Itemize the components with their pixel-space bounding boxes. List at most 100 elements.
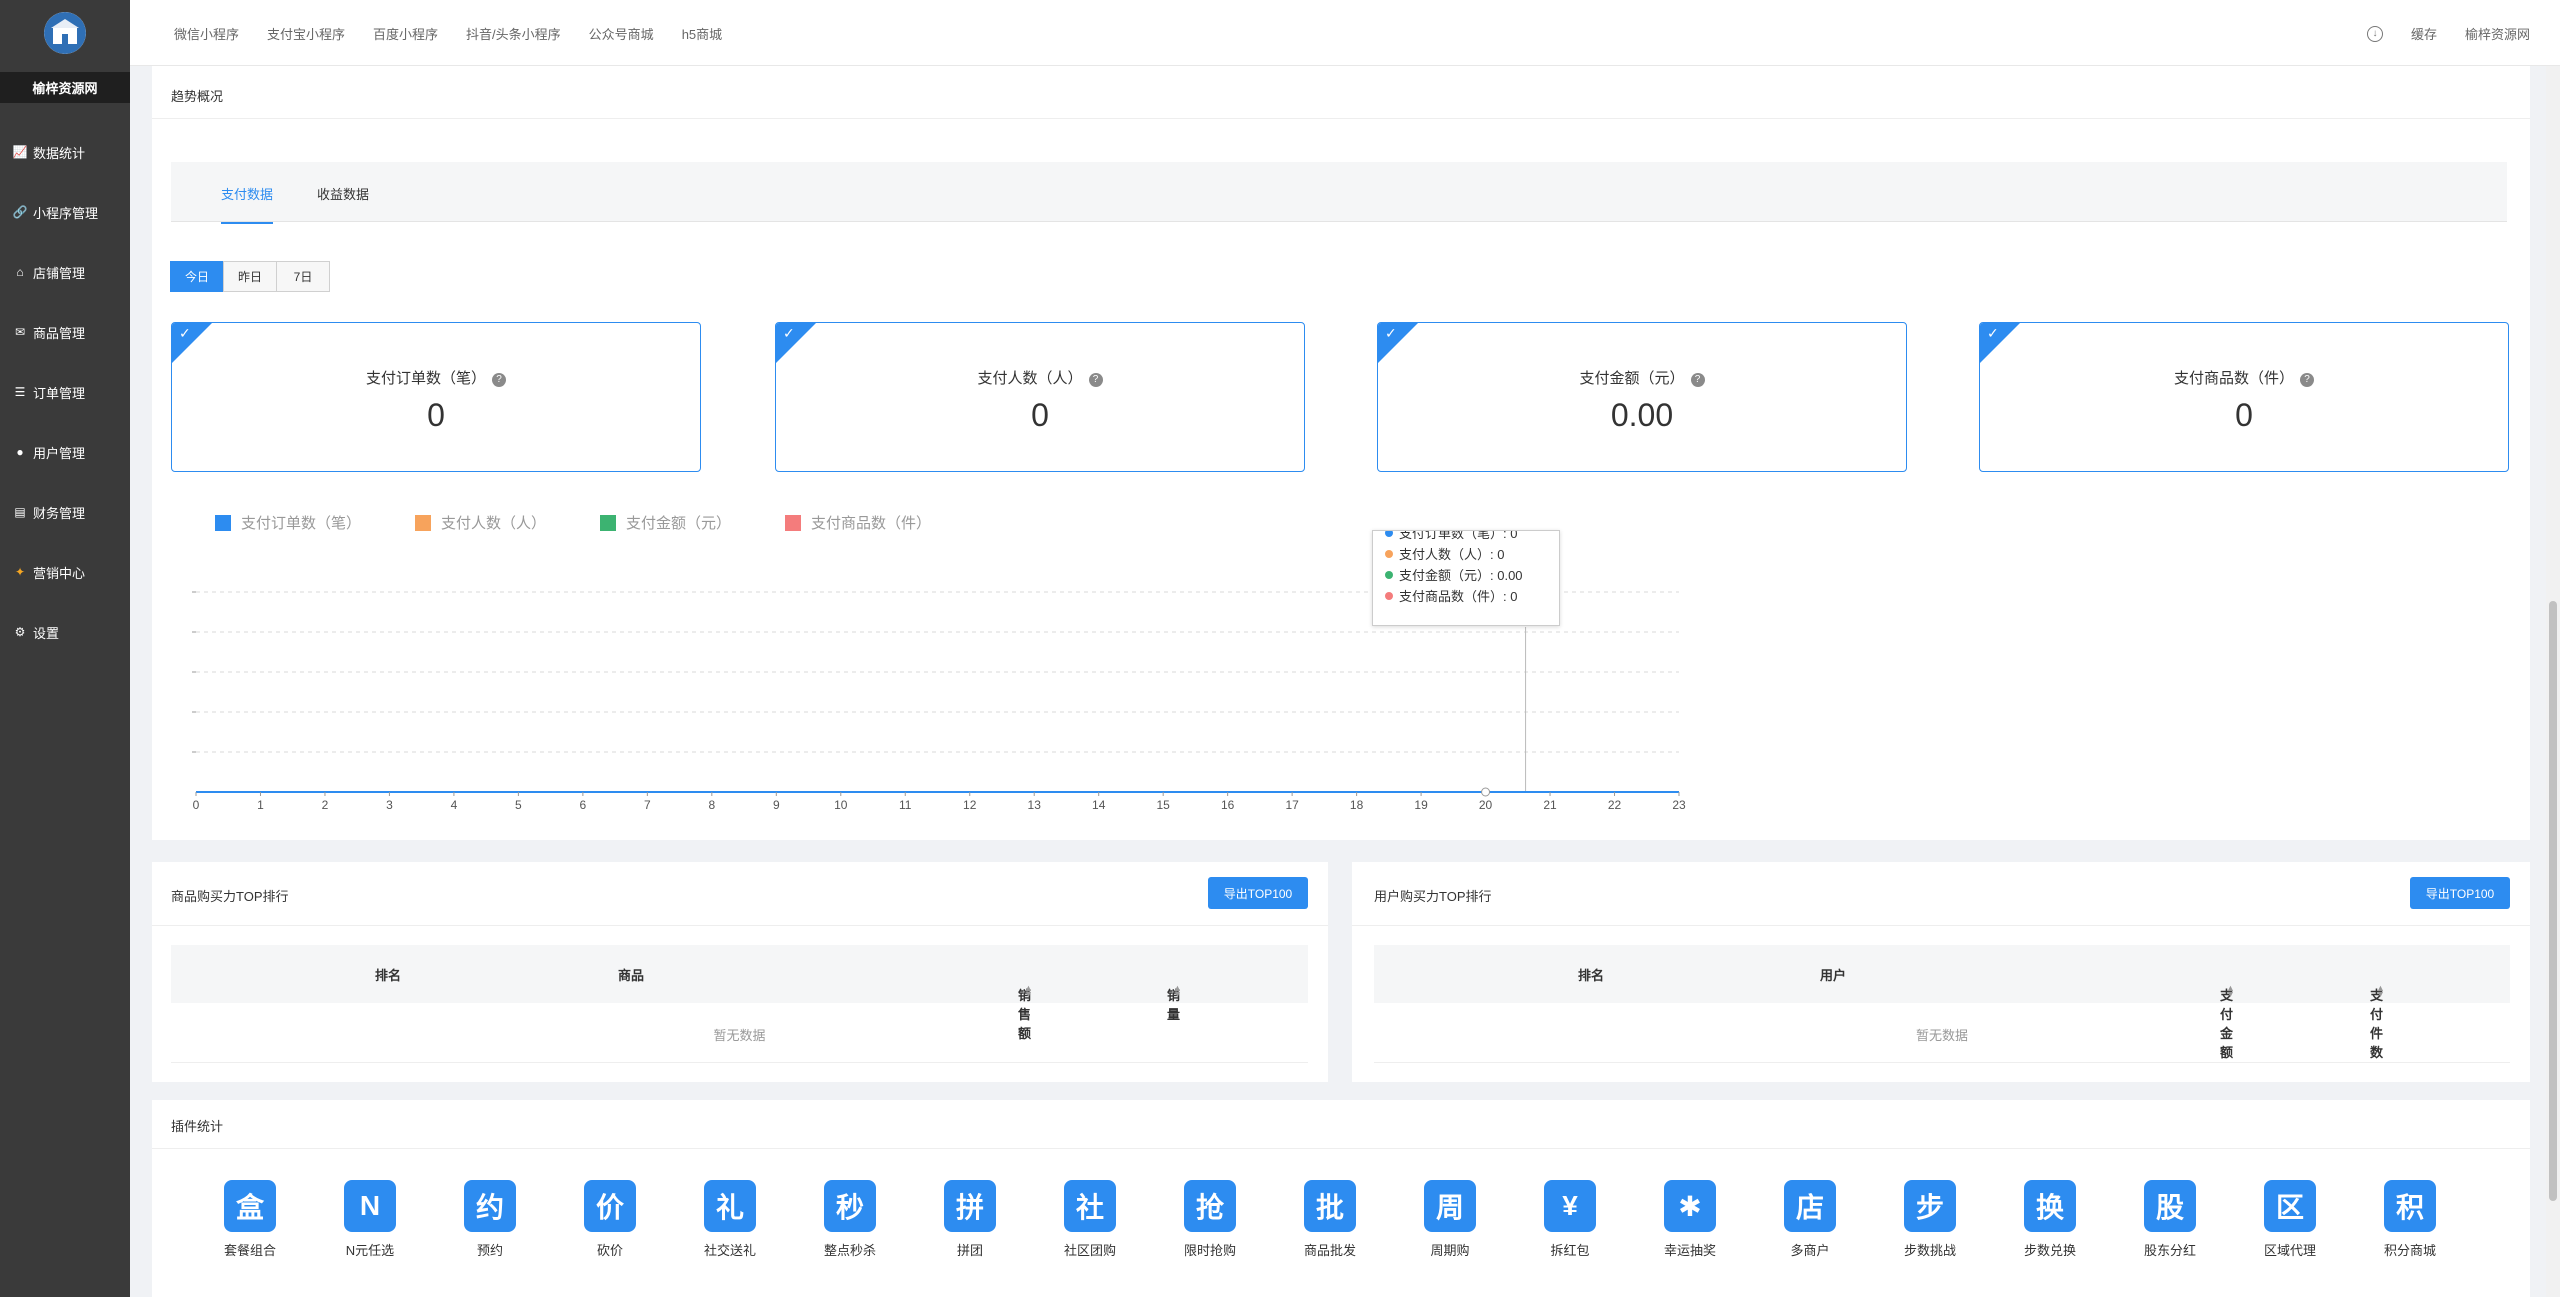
- flash-sale-icon: 抢: [1184, 1180, 1236, 1232]
- stat-card-items[interactable]: ✓ 支付商品数（件）? 0: [1979, 322, 2509, 472]
- legend-swatch: [415, 514, 432, 531]
- plugin-item[interactable]: 换步数兑换: [2005, 1180, 2095, 1259]
- finance-icon: ▤: [14, 505, 26, 519]
- divider: [171, 1062, 1308, 1063]
- plugin-item[interactable]: 店多商户: [1765, 1180, 1855, 1259]
- sidebar-item-marketing[interactable]: ✦ 营销中心: [0, 542, 130, 602]
- page-scrollbar[interactable]: [2546, 66, 2560, 1297]
- legend-item[interactable]: 支付订单数（笔）: [215, 512, 361, 533]
- plugin-item[interactable]: 约预约: [445, 1180, 535, 1259]
- nav-official-account[interactable]: 公众号商城: [589, 24, 654, 43]
- stat-label: 支付商品数（件）: [2173, 370, 2294, 387]
- x-tick-label: 9: [773, 798, 780, 812]
- download-icon[interactable]: ↓: [2366, 25, 2383, 42]
- plugin-item[interactable]: 股股东分红: [2125, 1180, 2215, 1259]
- red-packet-icon: ¥: [1544, 1180, 1596, 1232]
- cache-link[interactable]: 缓存: [2411, 24, 2437, 43]
- x-tick-label: 19: [1414, 798, 1428, 812]
- user-table-header: 排名 用户 支付金额 ▲ ▼ 支付件数 ▲ ▼: [1374, 945, 2510, 1060]
- plugin-item[interactable]: 批商品批发: [1285, 1180, 1375, 1259]
- sidebar-menu: 📈 数据统计 🔗 小程序管理 ⌂ 店铺管理 ✉ 商品管理 ☰ 订单管理 ● 用户管理 ▤ 财务…: [0, 122, 130, 662]
- plugin-item[interactable]: 步步数挑战: [1885, 1180, 1975, 1259]
- sidebar-item-miniprogram[interactable]: 🔗 小程序管理: [0, 182, 130, 242]
- scrollbar-thumb[interactable]: [2549, 601, 2557, 1201]
- plugins-title: 插件统计: [171, 1119, 224, 1134]
- stat-card-amount[interactable]: ✓ 支付金额（元）? 0.00: [1377, 322, 1907, 472]
- plugin-item[interactable]: 礼社交送礼: [685, 1180, 775, 1259]
- user-menu[interactable]: 榆梓资源网: [2465, 24, 2530, 43]
- sidebar-item-finance[interactable]: ▤ 财务管理: [0, 482, 130, 542]
- plugin-item[interactable]: 抢限时抢购: [1165, 1180, 1255, 1259]
- sidebar-item-goods[interactable]: ✉ 商品管理: [0, 302, 130, 362]
- x-tick-label: 3: [386, 798, 393, 812]
- plugin-item[interactable]: 盒套餐组合: [205, 1180, 295, 1259]
- plugin-item[interactable]: 周周期购: [1405, 1180, 1495, 1259]
- plugin-label: 套餐组合: [223, 1243, 276, 1258]
- nav-wechat[interactable]: 微信小程序: [174, 24, 239, 43]
- sidebar-item-settings[interactable]: ⚙ 设置: [0, 602, 130, 662]
- x-tick-label: 12: [963, 798, 977, 812]
- sidebar-item-shop[interactable]: ⌂ 店铺管理: [0, 242, 130, 302]
- x-tick-label: 7: [644, 798, 651, 812]
- empty-text: 暂无数据: [713, 1028, 766, 1043]
- plugin-item[interactable]: 价砍价: [565, 1180, 655, 1259]
- check-icon: ✓: [783, 325, 795, 341]
- tab-income-data[interactable]: 收益数据: [317, 184, 369, 203]
- tab-payment-data[interactable]: 支付数据: [221, 184, 274, 224]
- help-icon[interactable]: ?: [1088, 373, 1103, 387]
- nav-baidu[interactable]: 百度小程序: [373, 24, 438, 43]
- x-tick-label: 14: [1092, 798, 1106, 812]
- plugin-label: 社区团购: [1063, 1243, 1116, 1258]
- wholesale-icon: 批: [1304, 1180, 1356, 1232]
- sidebar-item-label: 订单管理: [33, 385, 86, 401]
- plugin-item[interactable]: ✱ 幸运抽奖: [1645, 1180, 1735, 1259]
- help-icon[interactable]: ?: [1690, 373, 1705, 387]
- nav-alipay[interactable]: 支付宝小程序: [267, 24, 345, 43]
- plugin-label: 股东分红: [2143, 1243, 2196, 1258]
- seven-days-button[interactable]: 7日: [276, 261, 330, 292]
- stat-value: 0.00: [1610, 397, 1674, 433]
- plugin-item[interactable]: 秒整点秒杀: [805, 1180, 895, 1259]
- help-icon[interactable]: ?: [2300, 373, 2314, 387]
- today-button[interactable]: 今日: [170, 261, 224, 292]
- n-icon: N: [344, 1180, 396, 1232]
- plugin-item[interactable]: 区区域代理: [2245, 1180, 2335, 1259]
- x-tick-label: 6: [580, 798, 587, 812]
- legend-label: 支付人数（人）: [441, 515, 547, 532]
- tooltip-row: 支付商品数（件）: 0: [1385, 585, 1547, 606]
- stat-card-buyers[interactable]: ✓ 支付人数（人）? 0: [775, 322, 1305, 472]
- points-icon: 积: [2384, 1180, 2436, 1232]
- plugin-item[interactable]: 拼拼团: [925, 1180, 1015, 1259]
- export-products-button[interactable]: 导出TOP100: [1208, 877, 1308, 909]
- sidebar-item-data-stats[interactable]: 📈 数据统计: [0, 122, 130, 182]
- yesterday-button[interactable]: 昨日: [223, 261, 277, 292]
- card-corner: [776, 323, 816, 363]
- link-icon: 🔗: [12, 205, 28, 219]
- plugin-item[interactable]: ¥ 拆红包: [1525, 1180, 1615, 1259]
- legend-label: 支付金额（元）: [626, 515, 732, 532]
- nav-douyin[interactable]: 抖音/头条小程序: [466, 24, 561, 43]
- export-users-button[interactable]: 导出TOP100: [2410, 877, 2510, 909]
- divider: [1374, 1062, 2510, 1063]
- nav-h5[interactable]: h5商城: [682, 24, 722, 43]
- sidebar-item-users[interactable]: ● 用户管理: [0, 422, 130, 482]
- bargain-icon: 价: [584, 1180, 636, 1232]
- stat-card-orders[interactable]: ✓ 支付订单数（笔）? 0: [171, 322, 701, 472]
- stat-value: 0: [1031, 397, 1049, 433]
- sidebar-item-label: 数据统计: [33, 145, 86, 161]
- legend-item[interactable]: 支付商品数（件）: [785, 512, 931, 533]
- legend-item[interactable]: 支付金额（元）: [600, 512, 731, 533]
- legend-item[interactable]: 支付人数（人）: [415, 512, 546, 533]
- help-icon[interactable]: ?: [492, 373, 506, 387]
- appointment-icon: 约: [464, 1180, 516, 1232]
- plugin-item[interactable]: 积积分商城: [2365, 1180, 2455, 1259]
- x-tick-label: 17: [1285, 798, 1299, 812]
- plugin-item[interactable]: 社社区团购: [1045, 1180, 1135, 1259]
- plugin-item[interactable]: N N元任选: [325, 1180, 415, 1259]
- stat-label: 支付金额（元）: [1579, 370, 1685, 387]
- tooltip-row: 支付人数（人）: 0: [1385, 543, 1547, 564]
- region-icon: 区: [2264, 1180, 2316, 1232]
- sidebar-item-orders[interactable]: ☰ 订单管理: [0, 362, 130, 422]
- gift-icon: 礼: [704, 1180, 756, 1232]
- card-corner: [1378, 323, 1418, 363]
